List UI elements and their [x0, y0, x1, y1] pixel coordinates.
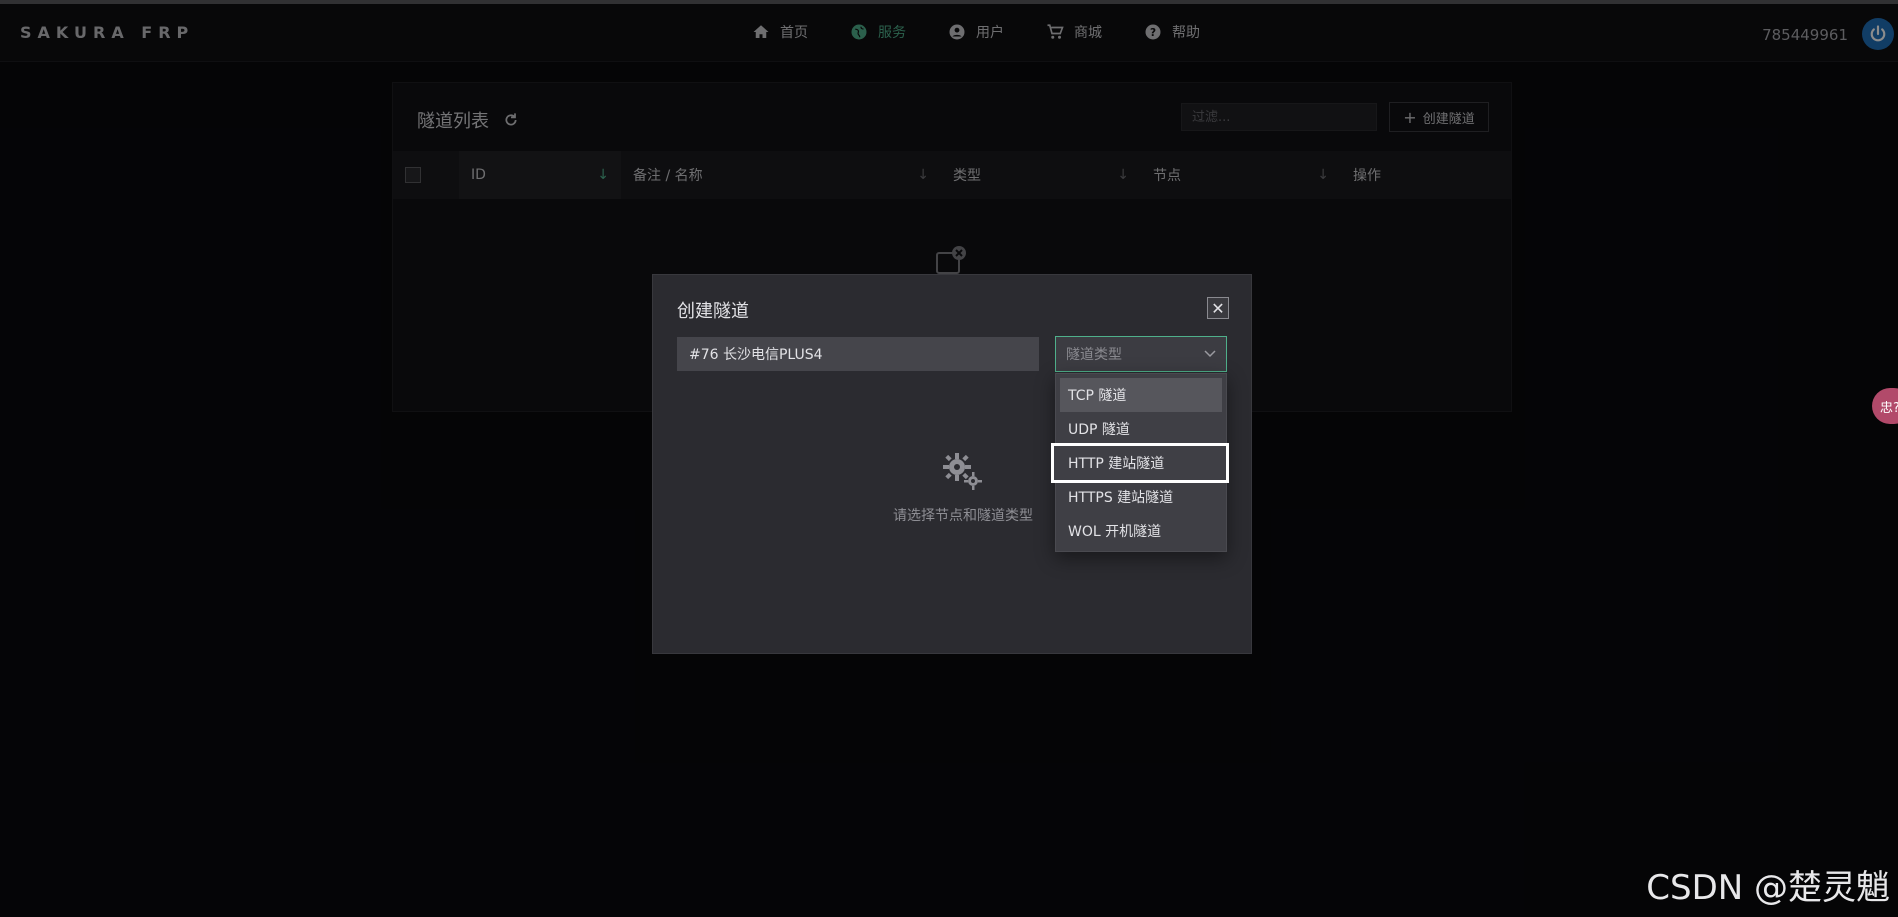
gears-icon: [943, 453, 982, 490]
node-value: #76 长沙电信PLUS4: [689, 347, 823, 363]
option-https[interactable]: HTTPS 建站隧道: [1060, 480, 1222, 514]
option-tcp[interactable]: TCP 隧道: [1060, 378, 1222, 412]
tunnel-type-dropdown: TCP 隧道 UDP 隧道 HTTP 建站隧道 HTTPS 建站隧道 WOL 开…: [1051, 373, 1229, 552]
empty-state: 请选择节点和隧道类型: [853, 451, 1073, 525]
modal-title: 创建隧道: [677, 301, 749, 322]
option-http[interactable]: HTTP 建站隧道: [1051, 443, 1229, 483]
close-icon: ✕: [1211, 298, 1225, 318]
close-button[interactable]: ✕: [1207, 297, 1229, 319]
option-udp[interactable]: UDP 隧道: [1060, 412, 1222, 446]
tunnel-type-select[interactable]: 隧道类型: [1055, 336, 1227, 372]
option-wol[interactable]: WOL 开机隧道: [1060, 514, 1222, 548]
tunnel-type-placeholder: 隧道类型: [1066, 347, 1122, 363]
node-select[interactable]: #76 长沙电信PLUS4: [677, 337, 1039, 371]
chevron-down-icon: [1204, 350, 1216, 358]
empty-state-text: 请选择节点和隧道类型: [893, 508, 1033, 524]
watermark: CSDN @楚灵魈: [1646, 868, 1890, 908]
